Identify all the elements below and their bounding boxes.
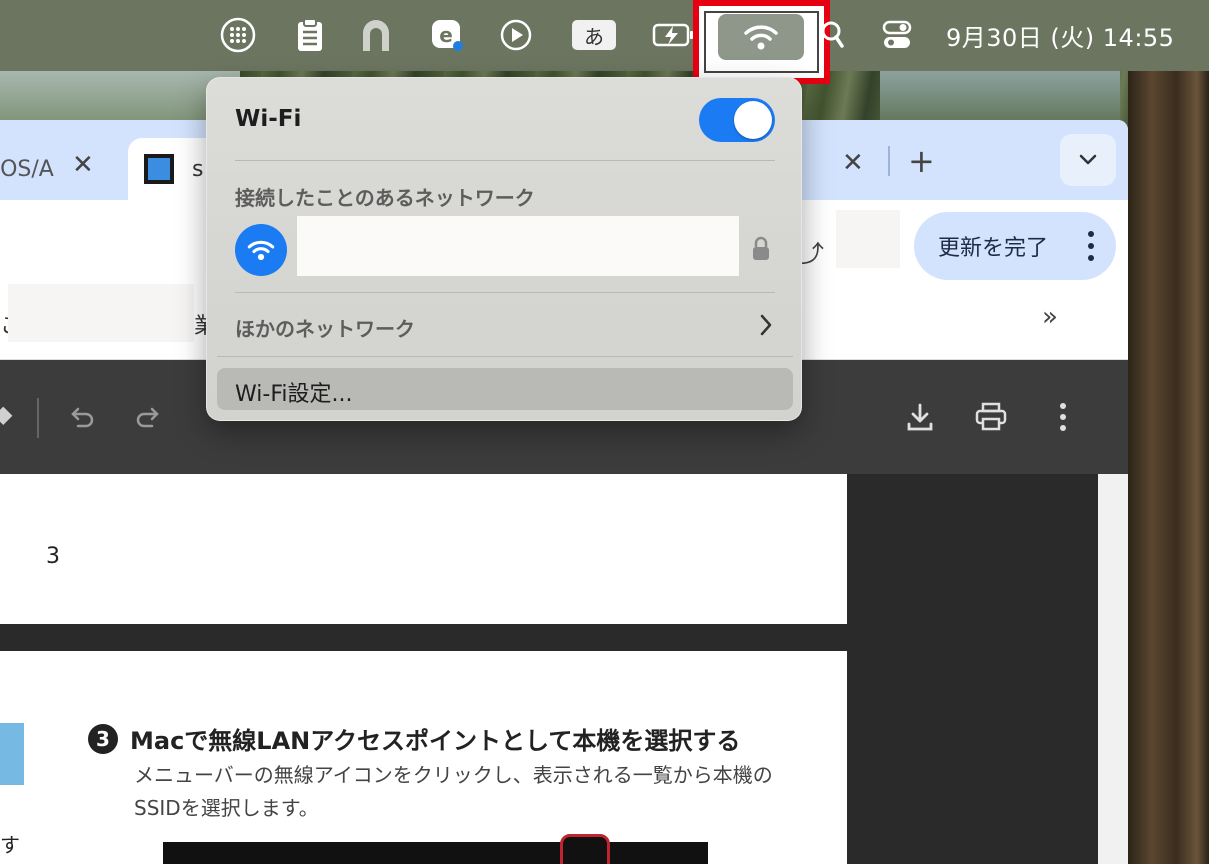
new-tab-icon[interactable]: + bbox=[908, 142, 935, 180]
scrollbar[interactable] bbox=[1098, 474, 1128, 864]
wifi-settings-item[interactable]: Wi-Fi設定... bbox=[217, 368, 793, 410]
step-description: メニューバーの無線アイコンをクリックし、表示される一覧から本機のSSIDを選択し… bbox=[134, 763, 773, 820]
divider bbox=[217, 356, 793, 357]
battery-charging-icon[interactable] bbox=[652, 14, 696, 56]
print-icon[interactable] bbox=[974, 402, 1008, 432]
chevron-down-icon bbox=[1079, 154, 1097, 165]
lock-icon bbox=[753, 236, 769, 260]
svg-text:e: e bbox=[439, 23, 453, 47]
menu-bar-clock[interactable]: 9月30日 (火) 14:55 bbox=[946, 18, 1174, 53]
page-text-fragment: す bbox=[0, 833, 20, 857]
wifi-menu-icon[interactable] bbox=[718, 14, 804, 60]
menu-bar-illustration bbox=[163, 842, 708, 864]
ime-label: あ bbox=[572, 20, 616, 50]
undo-icon[interactable] bbox=[70, 406, 96, 428]
clipboard-icon[interactable] bbox=[292, 14, 328, 56]
arch-icon[interactable] bbox=[356, 14, 396, 56]
divider bbox=[235, 292, 775, 293]
tab-separator bbox=[888, 146, 890, 176]
search-icon[interactable] bbox=[816, 14, 846, 56]
rotate-icon[interactable]: ◆ bbox=[0, 400, 12, 428]
page-graphic bbox=[0, 723, 24, 785]
tab-title: iOS/A bbox=[0, 156, 54, 182]
tab-1[interactable]: iOS/A ✕ bbox=[0, 138, 128, 200]
network-wifi-icon[interactable] bbox=[235, 224, 287, 276]
bookmarks-overflow-icon[interactable]: » bbox=[1042, 302, 1058, 332]
play-icon[interactable] bbox=[497, 14, 535, 56]
step-number: 3 bbox=[88, 724, 118, 754]
step-title: Macで無線LANアクセスポイントとして本機を選択する bbox=[130, 727, 741, 755]
tab-search-button[interactable] bbox=[1060, 134, 1116, 186]
redacted-area bbox=[836, 210, 900, 268]
control-center-icon[interactable] bbox=[880, 14, 914, 56]
share-icon[interactable]: ⤴ bbox=[800, 234, 824, 269]
pdf-viewer[interactable]: 3 3 Macで無線LANアクセスポイントとして本機を選択する メニューバーの無… bbox=[0, 474, 1128, 864]
more-vert-icon bbox=[1088, 231, 1094, 261]
wifi-icon bbox=[247, 240, 275, 261]
menu-bar: e あ 9月30日 (火) 14:55 bbox=[0, 0, 1209, 84]
ime-icon[interactable]: あ bbox=[570, 14, 618, 56]
wifi-settings-label: Wi-Fi設定... bbox=[235, 382, 353, 407]
other-networks-item[interactable]: ほかのネットワーク bbox=[235, 313, 415, 342]
redo-icon[interactable] bbox=[134, 406, 160, 428]
update-button-label: 更新を完了 bbox=[938, 236, 1049, 261]
known-networks-header: 接続したことのあるネットワーク bbox=[235, 186, 535, 210]
illustration-highlight bbox=[560, 834, 610, 864]
download-icon[interactable] bbox=[906, 402, 934, 432]
wifi-menu: Wi-Fi 接続したことのあるネットワーク ほかのネットワーク Wi-Fi設定.… bbox=[206, 77, 802, 421]
pdf-page: 3 bbox=[0, 474, 847, 624]
divider bbox=[235, 160, 775, 161]
launchpad-icon[interactable] bbox=[218, 14, 258, 56]
update-button[interactable]: 更新を完了 bbox=[914, 212, 1116, 280]
network-name-redacted[interactable] bbox=[297, 216, 739, 276]
wifi-menu-title: Wi-Fi bbox=[235, 106, 302, 132]
close-icon[interactable]: ✕ bbox=[842, 148, 864, 178]
chevron-right-icon bbox=[760, 314, 772, 336]
page-number: 3 bbox=[46, 544, 60, 569]
wifi-toggle[interactable] bbox=[699, 98, 775, 142]
pdf-page: 3 Macで無線LANアクセスポイントとして本機を選択する メニューバーの無線ア… bbox=[0, 651, 847, 864]
close-icon[interactable]: ✕ bbox=[72, 150, 94, 180]
favicon-icon bbox=[144, 154, 174, 184]
toolbar-divider bbox=[37, 398, 39, 438]
wifi-icon bbox=[744, 25, 778, 50]
redacted-area bbox=[8, 284, 194, 342]
wallpaper-tree-trunk bbox=[1128, 70, 1209, 864]
tab-title: s bbox=[192, 156, 204, 182]
more-vert-icon[interactable] bbox=[1058, 402, 1068, 432]
toggle-knob bbox=[734, 101, 772, 139]
e-app-icon[interactable]: e bbox=[428, 14, 466, 56]
